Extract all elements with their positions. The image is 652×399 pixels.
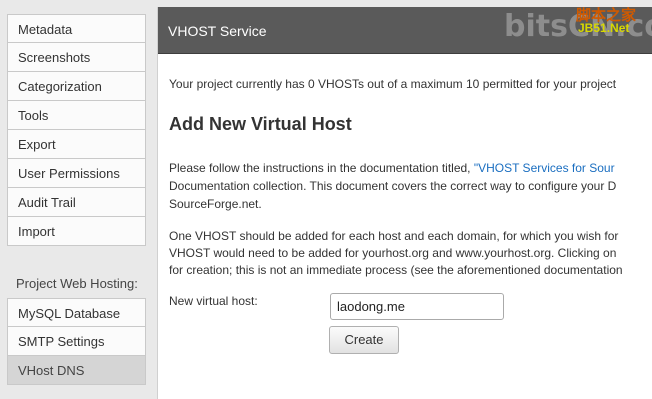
guidance-line-2: VHOST would need to be added for yourhos… (169, 246, 617, 260)
panel-title: VHOST Service (168, 23, 267, 39)
project-web-hosting-heading: Project Web Hosting: (16, 276, 138, 291)
sidebar-item-mysql-database[interactable]: MySQL Database (7, 298, 146, 327)
vhost-docs-link[interactable]: "VHOST Services for Sour (474, 161, 615, 175)
instructions-line-2: Documentation collection. This document … (169, 179, 617, 193)
guidance-line-1: One VHOST should be added for each host … (169, 229, 619, 243)
sidebar-item-metadata[interactable]: Metadata (7, 14, 146, 43)
admin-menu: Metadata Screenshots Categorization Tool… (7, 14, 146, 246)
sidebar-item-smtp-settings[interactable]: SMTP Settings (7, 327, 146, 356)
sidebar-item-vhost-dns[interactable]: VHost DNS (7, 356, 146, 385)
create-button[interactable]: Create (329, 326, 399, 354)
panel-header: VHOST Service bitsCN.com 脚本之家 JB51.Net (158, 7, 652, 54)
hosting-menu: MySQL Database SMTP Settings VHost DNS (7, 298, 146, 385)
vhost-status-text: Your project currently has 0 VHOSTs out … (169, 77, 617, 91)
sidebar-item-tools[interactable]: Tools (7, 101, 146, 130)
sidebar-item-export[interactable]: Export (7, 130, 146, 159)
sidebar-item-user-permissions[interactable]: User Permissions (7, 159, 146, 188)
guidance-line-3: for creation; this is not an immediate p… (169, 263, 623, 277)
instructions-line-1: Please follow the instructions in the do… (169, 159, 615, 177)
new-virtual-host-label: New virtual host: (169, 294, 258, 308)
sidebar-item-import[interactable]: Import (7, 217, 146, 246)
instructions-line-3: SourceForge.net. (169, 197, 262, 211)
new-virtual-host-input[interactable] (330, 293, 504, 320)
sidebar-item-screenshots[interactable]: Screenshots (7, 43, 146, 72)
watermark-site-text: JB51.Net (578, 21, 630, 35)
vhost-panel: VHOST Service bitsCN.com 脚本之家 JB51.Net Y… (157, 7, 652, 399)
sidebar: Metadata Screenshots Categorization Tool… (0, 0, 157, 399)
instructions-prefix: Please follow the instructions in the do… (169, 161, 474, 175)
sidebar-item-audit-trail[interactable]: Audit Trail (7, 188, 146, 217)
add-vhost-heading: Add New Virtual Host (169, 114, 352, 134)
sidebar-item-categorization[interactable]: Categorization (7, 72, 146, 101)
